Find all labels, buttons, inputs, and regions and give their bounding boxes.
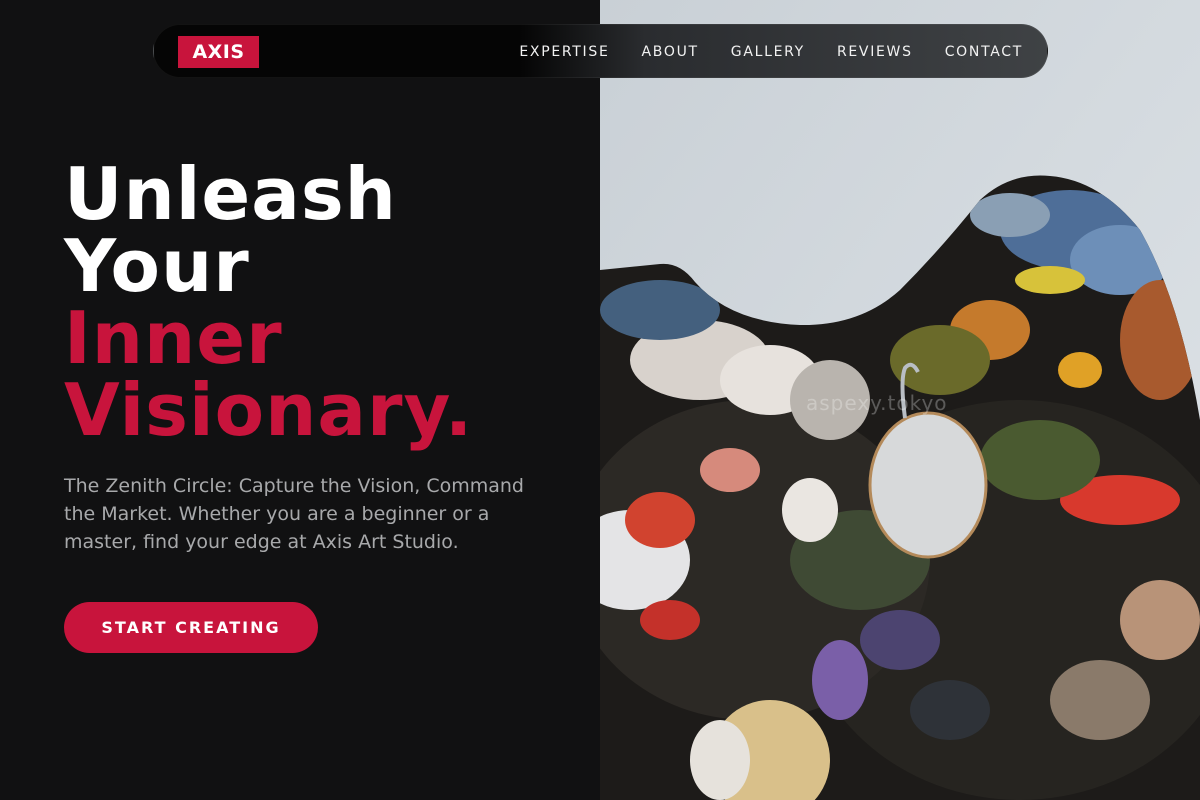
nav-link-expertise[interactable]: EXPERTISE xyxy=(519,44,609,60)
nav-links: EXPERTISE ABOUT GALLERY REVIEWS CONTACT xyxy=(519,25,1023,79)
nav-link-about[interactable]: ABOUT xyxy=(642,44,699,60)
hero-title-line-2: Your xyxy=(64,224,250,308)
hero-title-line-1: Unleash xyxy=(64,152,397,236)
nav-link-contact[interactable]: CONTACT xyxy=(945,44,1023,60)
nav-link-reviews[interactable]: REVIEWS xyxy=(837,44,913,60)
hero-subtitle: The Zenith Circle: Capture the Vision, C… xyxy=(64,475,524,553)
image-watermark: aspexy.tokyo xyxy=(806,391,948,415)
brand-logo[interactable]: AXIS xyxy=(178,36,259,68)
top-navbar: AXIS EXPERTISE ABOUT GALLERY REVIEWS CON… xyxy=(153,24,1048,78)
hero-title-line-3: Inner xyxy=(64,296,283,380)
nav-link-gallery[interactable]: GALLERY xyxy=(731,44,805,60)
hero-title-line-4: Visionary. xyxy=(64,368,474,452)
hero-title: Unleash Your Inner Visionary. xyxy=(64,158,584,446)
start-creating-button[interactable]: START CREATING xyxy=(64,602,318,653)
